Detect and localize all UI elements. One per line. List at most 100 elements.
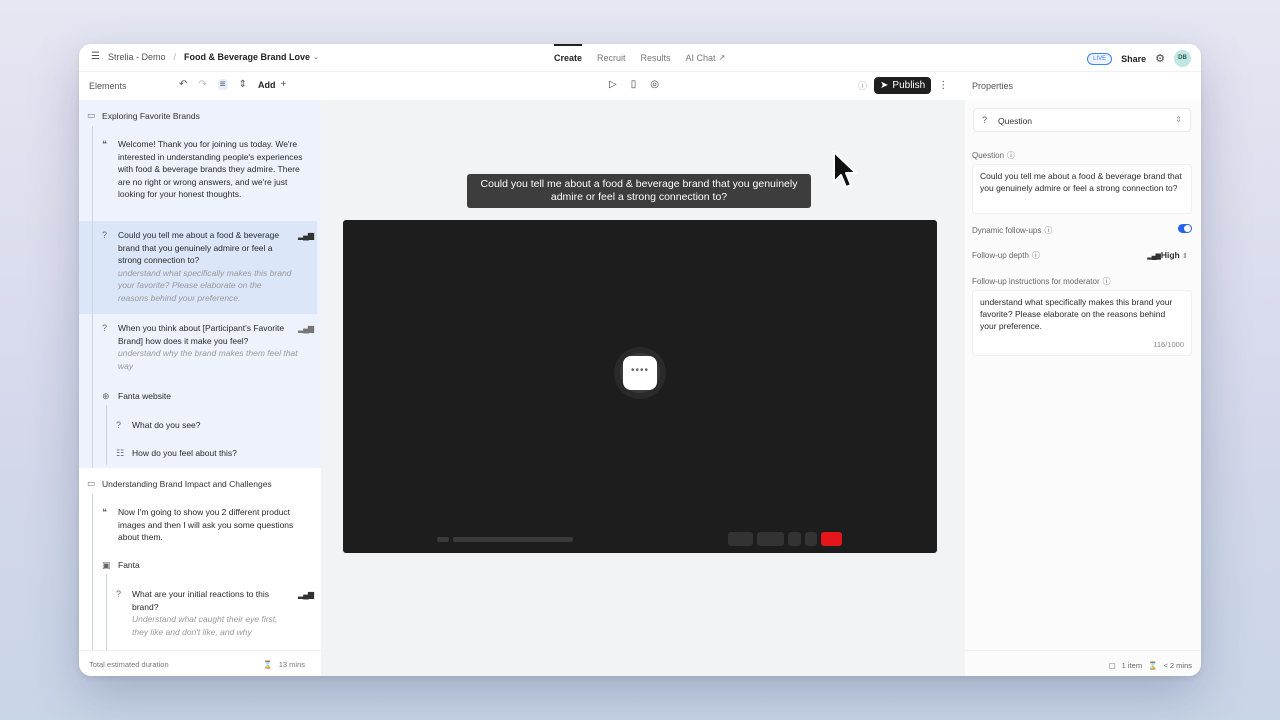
element-type-select[interactable]: ? Question ⇕ [973, 108, 1191, 132]
toolbar: Elements ↶ ↷ ≡ ⇕ Add + ▷ ▯ ◎ ⓘ ➤ Publish… [79, 72, 1201, 100]
question-icon: ? [982, 115, 988, 125]
dynamic-followups-label: Dynamic follow-ups ⓘ [972, 225, 1052, 236]
list-icon: ☷ [116, 448, 125, 458]
list-item-intro[interactable]: ❝ Now I'm going to show you 2 different … [102, 506, 298, 544]
tab-results[interactable]: Results [641, 44, 671, 72]
settings-button[interactable] [788, 532, 801, 546]
video-preview[interactable]: •••• [343, 220, 937, 553]
plus-icon[interactable]: + [281, 79, 287, 90]
tab-ai-chat[interactable]: AI Chat ↗ [686, 44, 726, 72]
wrap-lines-icon[interactable]: ≡ [217, 79, 228, 90]
hourglass-icon: ⌛ [1148, 661, 1158, 670]
web-q1-text: What do you see? [132, 420, 201, 430]
mobile-preview-icon[interactable]: ▯ [631, 79, 637, 90]
list-item-website[interactable]: ⊕ Fanta website [102, 390, 298, 403]
section-line [92, 494, 93, 650]
menu-icon[interactable]: ☰ [91, 51, 100, 62]
preview-canvas: Could you tell me about a food & beverag… [321, 100, 965, 676]
redo-icon[interactable]: ↷ [198, 79, 206, 90]
share-button[interactable]: Share [1121, 54, 1146, 64]
info-icon: ⓘ [1044, 226, 1053, 235]
section-exploring[interactable]: ▭ Exploring Favorite Brands [87, 110, 200, 121]
section-title: Understanding Brand Impact and Challenge… [102, 478, 272, 489]
item-count: 1 item [1121, 661, 1143, 670]
depth-label-text: Follow-up depth [972, 251, 1029, 260]
tab-results-label: Results [640, 53, 671, 63]
section-line [92, 126, 93, 468]
dynamic-followups-toggle[interactable] [1178, 224, 1192, 233]
list-item-welcome[interactable]: ❝ Welcome! Thank you for joining us toda… [102, 138, 308, 201]
question-1-note: understand what specifically makes this … [118, 267, 292, 303]
globe-icon: ⊕ [102, 391, 110, 401]
undo-icon[interactable]: ↶ [179, 79, 187, 90]
project-name: Food & Beverage Brand Love [184, 51, 311, 62]
list-item-image[interactable]: ▣ Fanta [102, 559, 298, 572]
play-icon[interactable]: ▷ [609, 79, 617, 90]
section-icon: ▭ [87, 478, 96, 488]
item-duration: < 2 mins [1163, 661, 1192, 670]
followup-depth-select[interactable]: ▂▄▆ High ⇕ [1147, 250, 1188, 260]
depth-bars-icon: ▂▄▆ [298, 231, 314, 240]
more-button[interactable] [805, 532, 817, 546]
question-label-text: Question [972, 151, 1005, 160]
website-label: Fanta website [118, 391, 171, 401]
intro-text: Now I'm going to show you 2 different pr… [118, 507, 294, 542]
section-icon: ▭ [87, 110, 96, 120]
project-dropdown[interactable]: Food & Beverage Brand Love ⌄ [184, 52, 319, 62]
tab-ai-chat-label: AI Chat [685, 53, 716, 63]
followup-depth-label: Follow-up depth ⓘ [972, 250, 1040, 261]
list-item-question-1[interactable]: ? Could you tell me about a food & bever… [102, 229, 293, 304]
record-button[interactable] [821, 532, 842, 546]
main-tabs: Create Recruit Results AI Chat ↗ [554, 44, 725, 72]
depth-value: High [1160, 250, 1180, 260]
web-q2-text: How do you feel about this? [132, 448, 237, 458]
tab-create[interactable]: Create [554, 44, 583, 72]
gear-icon[interactable]: ⚙ [1155, 52, 1165, 65]
question-1-text: Could you tell me about a food & beverag… [118, 230, 280, 265]
signal-bars-icon: ▂▄▆ [1147, 253, 1161, 260]
mic-button[interactable] [728, 532, 753, 546]
chevron-updown-icon: ⇕ [1175, 115, 1182, 124]
instructions-text: understand what specifically makes this … [980, 297, 1173, 331]
image-icon: ▣ [102, 560, 111, 570]
info-icon: ⓘ [1102, 277, 1111, 286]
breadcrumb: ☰ Strelia - Demo / Food & Beverage Brand… [91, 51, 319, 62]
elements-sidebar: ▭ Exploring Favorite Brands ❝ Welcome! T… [79, 100, 321, 650]
quote-icon: ❝ [102, 139, 107, 149]
expand-collapse-icon[interactable]: ⇕ [239, 79, 247, 90]
duration-value: 13 mins [278, 660, 305, 669]
camera-button[interactable] [757, 532, 784, 546]
chevron-down-icon: ⌄ [313, 53, 319, 61]
question-field[interactable]: Could you tell me about a food & beverag… [972, 164, 1192, 214]
image-line [106, 574, 107, 650]
list-item-img-q1[interactable]: ? What are your initial reactions to thi… [116, 588, 292, 638]
properties-footer: ▢ 1 item ⌛ < 2 mins [965, 650, 1201, 676]
video-progress-bar[interactable] [453, 537, 573, 542]
quote-icon: ❝ [102, 507, 107, 517]
element-tools: ↶ ↷ ≡ ⇕ Add + [179, 79, 286, 90]
check-circle-icon[interactable]: ◎ [650, 79, 659, 90]
mouse-cursor-icon [833, 151, 857, 188]
video-control [437, 537, 449, 542]
instructions-field[interactable]: understand what specifically makes this … [972, 290, 1192, 356]
elements-title: Elements [89, 81, 127, 91]
question-icon: ? [102, 323, 108, 333]
loading-dots: •••• [623, 356, 657, 390]
loading-indicator: •••• [620, 353, 660, 393]
list-item-question-2[interactable]: ? When you think about [Participant's Fa… [102, 322, 298, 372]
workspace-link[interactable]: Strelia - Demo [108, 52, 166, 62]
depth-bars-icon: ▂▄▆ [298, 590, 314, 599]
publish-button[interactable]: ➤ Publish [874, 77, 932, 94]
list-item-web-q1[interactable]: ? What do you see? [116, 419, 302, 432]
avatar[interactable]: DB [1174, 50, 1191, 67]
add-button[interactable]: Add [258, 80, 276, 90]
info-icon[interactable]: ⓘ [858, 79, 867, 92]
more-options-icon[interactable]: ⋮ [938, 80, 948, 91]
section-impact[interactable]: ▭ Understanding Brand Impact and Challen… [87, 478, 272, 489]
tab-recruit-label: Recruit [597, 53, 626, 63]
properties-panel: ? Question ⇕ Question ⓘ Could you tell m… [965, 100, 1201, 676]
question-2-text: When you think about [Participant's Favo… [118, 323, 285, 346]
tab-recruit[interactable]: Recruit [597, 44, 626, 72]
question-field-label: Question ⓘ [972, 150, 1015, 161]
list-item-web-q2[interactable]: ☷ How do you feel about this? [116, 447, 302, 460]
